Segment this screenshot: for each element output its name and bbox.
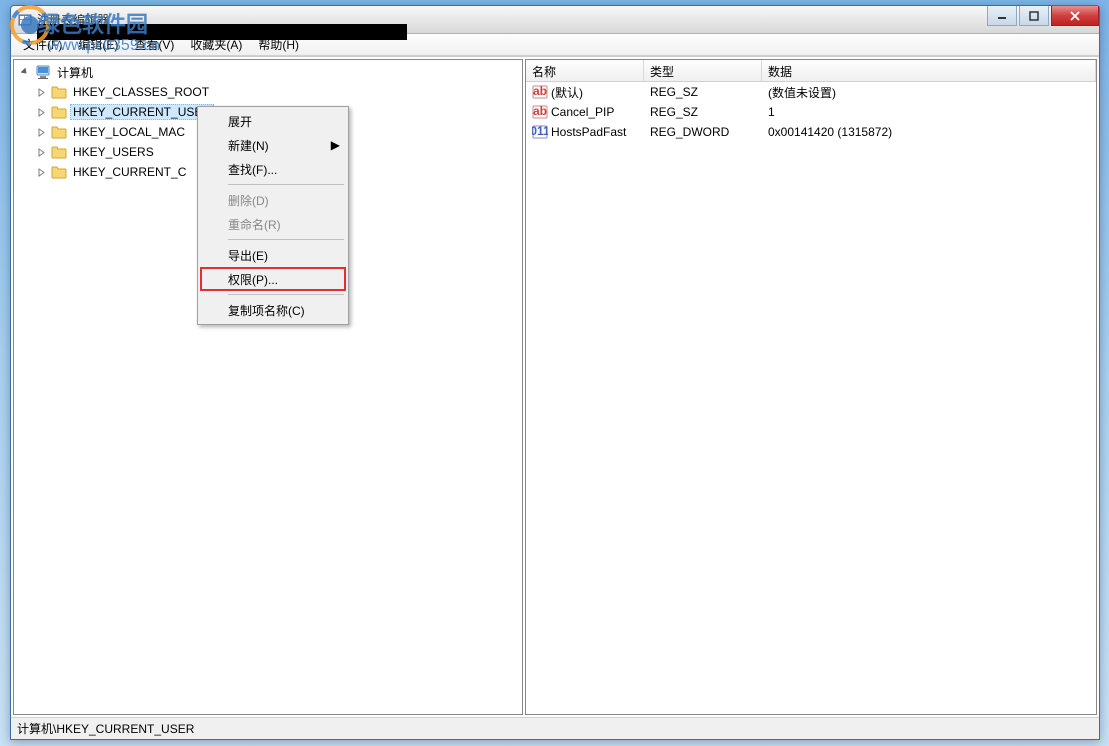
string-value-icon: ab bbox=[532, 84, 548, 100]
submenu-arrow-icon: ▶ bbox=[331, 138, 340, 152]
context-menu: 展开 新建(N)▶ 查找(F)... 删除(D) 重命名(R) 导出(E) 权限… bbox=[197, 106, 349, 325]
expander-icon[interactable] bbox=[34, 145, 48, 159]
svg-text:ab: ab bbox=[533, 84, 547, 98]
close-button[interactable] bbox=[1051, 6, 1099, 26]
cm-rename: 重命名(R) bbox=[200, 212, 346, 236]
cm-copy-key-name[interactable]: 复制项名称(C) bbox=[200, 298, 346, 322]
folder-icon bbox=[51, 165, 67, 179]
list-row[interactable]: 011 HostsPadFast REG_DWORD 0x00141420 (1… bbox=[526, 122, 1096, 142]
computer-icon bbox=[35, 64, 51, 80]
cm-permissions[interactable]: 权限(P)... bbox=[200, 267, 346, 291]
value-data: (数值未设置) bbox=[762, 84, 1096, 101]
folder-icon bbox=[51, 85, 67, 99]
value-type: REG_DWORD bbox=[644, 125, 762, 139]
column-name[interactable]: 名称 bbox=[526, 60, 644, 81]
cm-find[interactable]: 查找(F)... bbox=[200, 157, 346, 181]
registry-editor-window: 注册表编辑器 文件(F) 编辑(E) 查看(V) 收藏夹(A) 帮助(H) 计算… bbox=[10, 5, 1100, 740]
value-name: Cancel_PIP bbox=[551, 105, 614, 119]
list-row[interactable]: ab Cancel_PIP REG_SZ 1 bbox=[526, 102, 1096, 122]
expander-icon[interactable] bbox=[34, 105, 48, 119]
expander-icon[interactable] bbox=[18, 65, 32, 79]
tree-label: HKEY_LOCAL_MAC bbox=[70, 124, 188, 140]
cm-separator bbox=[228, 184, 344, 185]
string-value-icon: ab bbox=[532, 104, 548, 120]
list-body: ab (默认) REG_SZ (数值未设置) ab Cancel_PIP REG… bbox=[526, 82, 1096, 714]
cm-export[interactable]: 导出(E) bbox=[200, 243, 346, 267]
folder-icon bbox=[51, 145, 67, 159]
cm-separator bbox=[228, 294, 344, 295]
folder-icon bbox=[51, 125, 67, 139]
window-buttons bbox=[987, 6, 1099, 26]
expander-icon[interactable] bbox=[34, 125, 48, 139]
cm-delete: 删除(D) bbox=[200, 188, 346, 212]
expander-icon[interactable] bbox=[34, 85, 48, 99]
value-type: REG_SZ bbox=[644, 105, 762, 119]
expander-icon[interactable] bbox=[34, 165, 48, 179]
binary-value-icon: 011 bbox=[532, 124, 548, 140]
list-row[interactable]: ab (默认) REG_SZ (数值未设置) bbox=[526, 82, 1096, 102]
tree-label: 计算机 bbox=[54, 63, 96, 82]
tree-node-hkcr[interactable]: HKEY_CLASSES_ROOT bbox=[14, 82, 522, 102]
svg-text:ab: ab bbox=[533, 104, 547, 118]
svg-text:011: 011 bbox=[532, 124, 548, 138]
value-type: REG_SZ bbox=[644, 85, 762, 99]
redaction-bar bbox=[37, 24, 407, 40]
tree-label: HKEY_CURRENT_USER bbox=[70, 104, 214, 120]
maximize-button[interactable] bbox=[1019, 6, 1049, 26]
list-pane[interactable]: 名称 类型 数据 ab (默认) REG_SZ (数值未设置) ab Cance… bbox=[525, 59, 1097, 715]
column-data[interactable]: 数据 bbox=[762, 60, 1096, 81]
cm-new[interactable]: 新建(N)▶ bbox=[200, 133, 346, 157]
tree-label: HKEY_CURRENT_C bbox=[70, 164, 189, 180]
cm-expand[interactable]: 展开 bbox=[200, 109, 346, 133]
tree-label: HKEY_USERS bbox=[70, 144, 157, 160]
minimize-button[interactable] bbox=[987, 6, 1017, 26]
value-name: (默认) bbox=[551, 84, 583, 101]
cm-separator bbox=[228, 239, 344, 240]
list-header: 名称 类型 数据 bbox=[526, 60, 1096, 82]
value-name: HostsPadFast bbox=[551, 125, 626, 139]
column-type[interactable]: 类型 bbox=[644, 60, 762, 81]
status-path: 计算机\HKEY_CURRENT_USER bbox=[17, 720, 194, 737]
statusbar: 计算机\HKEY_CURRENT_USER bbox=[11, 717, 1099, 739]
tree-root-computer[interactable]: 计算机 bbox=[14, 62, 522, 82]
content-area: 计算机 HKEY_CLASSES_ROOT HKEY_CURRENT_USER … bbox=[11, 56, 1099, 717]
value-data: 1 bbox=[762, 105, 1096, 119]
value-data: 0x00141420 (1315872) bbox=[762, 125, 1096, 139]
tree-label: HKEY_CLASSES_ROOT bbox=[70, 84, 212, 100]
folder-icon bbox=[51, 105, 67, 119]
app-icon bbox=[17, 12, 33, 28]
